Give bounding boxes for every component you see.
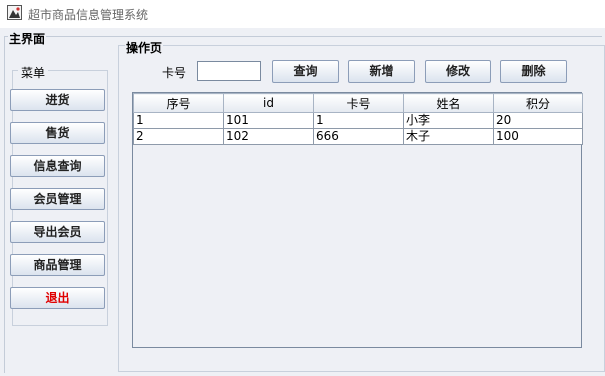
column-header-index[interactable]: 序号 bbox=[133, 93, 224, 113]
window-title: 超市商品信息管理系统 bbox=[28, 8, 149, 22]
stock-in-button[interactable]: 进货 bbox=[10, 89, 105, 111]
app-icon bbox=[7, 5, 22, 20]
exit-button[interactable]: 退出 bbox=[10, 287, 105, 309]
menu-panel-label: 菜单 bbox=[18, 64, 49, 81]
column-header-name[interactable]: 姓名 bbox=[403, 93, 494, 113]
table-cell[interactable]: 666 bbox=[313, 128, 404, 145]
table-cell[interactable]: 1 bbox=[313, 112, 404, 129]
main-panel-label: 主界面 bbox=[8, 30, 47, 47]
table-cell[interactable]: 木子 bbox=[403, 128, 494, 145]
info-query-button[interactable]: 信息查询 bbox=[10, 155, 105, 177]
product-management-button[interactable]: 商品管理 bbox=[10, 254, 105, 276]
column-header-points[interactable]: 积分 bbox=[493, 93, 583, 113]
table-cell[interactable]: 2 bbox=[133, 128, 224, 145]
export-members-button[interactable]: 导出会员 bbox=[10, 221, 105, 243]
edit-button[interactable]: 修改 bbox=[425, 60, 491, 83]
delete-button[interactable]: 删除 bbox=[500, 60, 567, 83]
member-management-button[interactable]: 会员管理 bbox=[10, 188, 105, 210]
table-cell[interactable]: 1 bbox=[133, 112, 224, 129]
table-cell[interactable]: 小李 bbox=[403, 112, 494, 129]
card-number-label: 卡号 bbox=[162, 66, 187, 80]
add-button[interactable]: 新增 bbox=[348, 60, 415, 83]
table-cell[interactable]: 20 bbox=[493, 112, 583, 129]
column-header-card-number[interactable]: 卡号 bbox=[313, 93, 404, 113]
title-bar: 超市商品信息管理系统 bbox=[0, 0, 605, 28]
member-table: 序号 id 卡号 姓名 积分 1 101 1 小李 20 2 102 666 木… bbox=[133, 93, 583, 145]
table-cell[interactable]: 101 bbox=[223, 112, 314, 129]
table-cell[interactable]: 100 bbox=[493, 128, 583, 145]
column-header-id[interactable]: id bbox=[223, 93, 314, 113]
table-header-row: 序号 id 卡号 姓名 积分 bbox=[133, 93, 583, 113]
table-row[interactable]: 1 101 1 小李 20 bbox=[133, 112, 583, 129]
card-number-input[interactable] bbox=[197, 61, 261, 81]
query-button[interactable]: 查询 bbox=[272, 60, 339, 83]
member-table-panel: 序号 id 卡号 姓名 积分 1 101 1 小李 20 2 102 666 木… bbox=[132, 92, 583, 348]
sell-button[interactable]: 售货 bbox=[10, 122, 105, 144]
operation-panel-label: 操作页 bbox=[125, 39, 164, 56]
table-cell[interactable]: 102 bbox=[223, 128, 314, 145]
table-row[interactable]: 2 102 666 木子 100 bbox=[133, 128, 583, 145]
